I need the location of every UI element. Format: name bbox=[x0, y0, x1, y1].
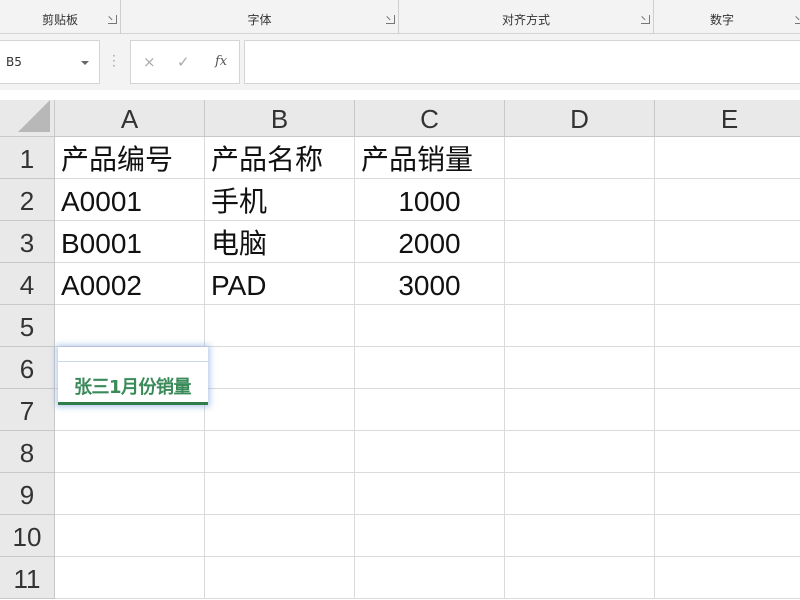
ribbon-group-label: 剪贴板 bbox=[41, 13, 78, 27]
cell-b8[interactable] bbox=[205, 431, 355, 473]
cell-e1[interactable] bbox=[655, 137, 800, 179]
cell-b7[interactable] bbox=[205, 389, 355, 431]
dialog-launcher-icon[interactable] bbox=[386, 15, 395, 24]
cell-e3[interactable] bbox=[655, 221, 800, 263]
cell-a3[interactable]: B0001 bbox=[55, 221, 205, 263]
column-header-d[interactable]: D bbox=[505, 100, 655, 137]
row-header-7[interactable]: 7 bbox=[0, 389, 55, 431]
row-header-6[interactable]: 6 bbox=[0, 347, 55, 389]
cell-c10[interactable] bbox=[355, 515, 505, 557]
cell-d7[interactable] bbox=[505, 389, 655, 431]
underline-bar bbox=[58, 402, 208, 405]
cell-e7[interactable] bbox=[655, 389, 800, 431]
select-all-icon bbox=[18, 100, 50, 132]
cell-c1[interactable]: 产品销量 bbox=[355, 137, 505, 179]
cell-a11[interactable] bbox=[55, 557, 205, 599]
select-all-button[interactable] bbox=[0, 100, 55, 137]
formula-bar: B5 · · · × ✓ fx bbox=[0, 34, 800, 90]
name-box-value: B5 bbox=[6, 55, 22, 69]
cell-c9[interactable] bbox=[355, 473, 505, 515]
ribbon-group-font: 字体 bbox=[121, 0, 398, 34]
cell-d10[interactable] bbox=[505, 515, 655, 557]
cell-d11[interactable] bbox=[505, 557, 655, 599]
row-header-10[interactable]: 10 bbox=[0, 515, 55, 557]
cell-d1[interactable] bbox=[505, 137, 655, 179]
cell-a5[interactable] bbox=[55, 305, 205, 347]
cell-a4[interactable]: A0002 bbox=[55, 263, 205, 305]
cell-e9[interactable] bbox=[655, 473, 800, 515]
ribbon-group-label: 对齐方式 bbox=[501, 13, 550, 27]
cell-a9[interactable] bbox=[55, 473, 205, 515]
floating-text-box[interactable]: 张三1月份销量 bbox=[58, 347, 208, 405]
column-header-c[interactable]: C bbox=[355, 100, 505, 137]
cell-e8[interactable] bbox=[655, 431, 800, 473]
cell-c3[interactable]: 2000 bbox=[355, 221, 505, 263]
cell-b1[interactable]: 产品名称 bbox=[205, 137, 355, 179]
formula-buttons: × ✓ fx bbox=[130, 40, 240, 84]
cell-a2[interactable]: A0001 bbox=[55, 179, 205, 221]
cell-c6[interactable] bbox=[355, 347, 505, 389]
name-box[interactable]: B5 bbox=[0, 40, 100, 84]
row-header-2[interactable]: 2 bbox=[0, 179, 55, 221]
column-header-e[interactable]: E bbox=[655, 100, 800, 137]
cell-b3[interactable]: 电脑 bbox=[205, 221, 355, 263]
column-header-a[interactable]: A bbox=[55, 100, 205, 137]
cell-d6[interactable] bbox=[505, 347, 655, 389]
cell-b10[interactable] bbox=[205, 515, 355, 557]
dialog-launcher-icon[interactable] bbox=[795, 15, 800, 24]
row-header-3[interactable]: 3 bbox=[0, 221, 55, 263]
cell-d2[interactable] bbox=[505, 179, 655, 221]
ribbon-group-bar: 剪贴板 字体 对齐方式 数字 bbox=[0, 0, 800, 34]
cell-e5[interactable] bbox=[655, 305, 800, 347]
cell-e10[interactable] bbox=[655, 515, 800, 557]
insert-function-icon[interactable]: fx bbox=[215, 53, 227, 71]
cell-b5[interactable] bbox=[205, 305, 355, 347]
cancel-icon[interactable]: × bbox=[143, 53, 156, 71]
chevron-down-icon[interactable] bbox=[81, 61, 89, 65]
cell-e4[interactable] bbox=[655, 263, 800, 305]
cell-c4[interactable]: 3000 bbox=[355, 263, 505, 305]
cell-b11[interactable] bbox=[205, 557, 355, 599]
cell-a8[interactable] bbox=[55, 431, 205, 473]
formula-input[interactable] bbox=[244, 40, 800, 84]
floating-text: 张三1月份销量 bbox=[74, 377, 192, 398]
cell-c8[interactable] bbox=[355, 431, 505, 473]
cell-e11[interactable] bbox=[655, 557, 800, 599]
check-icon[interactable]: ✓ bbox=[177, 53, 190, 71]
cell-d4[interactable] bbox=[505, 263, 655, 305]
row-header-9[interactable]: 9 bbox=[0, 473, 55, 515]
row-header-5[interactable]: 5 bbox=[0, 305, 55, 347]
ribbon-group-label: 数字 bbox=[709, 13, 734, 27]
cell-c11[interactable] bbox=[355, 557, 505, 599]
cell-a1[interactable]: 产品编号 bbox=[55, 137, 205, 179]
cell-c2[interactable]: 1000 bbox=[355, 179, 505, 221]
cell-b4[interactable]: PAD bbox=[205, 263, 355, 305]
cell-a10[interactable] bbox=[55, 515, 205, 557]
cell-b9[interactable] bbox=[205, 473, 355, 515]
dialog-launcher-icon[interactable] bbox=[641, 15, 650, 24]
cell-e2[interactable] bbox=[655, 179, 800, 221]
row-header-11[interactable]: 11 bbox=[0, 557, 55, 599]
cell-c7[interactable] bbox=[355, 389, 505, 431]
cell-d5[interactable] bbox=[505, 305, 655, 347]
cell-e6[interactable] bbox=[655, 347, 800, 389]
cell-b6[interactable] bbox=[205, 347, 355, 389]
row-header-4[interactable]: 4 bbox=[0, 263, 55, 305]
cell-b2[interactable]: 手机 bbox=[205, 179, 355, 221]
drag-handle-icon[interactable]: · · · bbox=[112, 50, 116, 72]
dialog-launcher-icon[interactable] bbox=[108, 15, 117, 24]
ribbon-group-number: 数字 bbox=[654, 0, 800, 34]
cell-d8[interactable] bbox=[505, 431, 655, 473]
row-header-8[interactable]: 8 bbox=[0, 431, 55, 473]
ribbon-group-clipboard: 剪贴板 bbox=[0, 0, 120, 34]
ribbon-group-alignment: 对齐方式 bbox=[399, 0, 653, 34]
cell-d3[interactable] bbox=[505, 221, 655, 263]
divider bbox=[58, 361, 208, 362]
ribbon-group-label: 字体 bbox=[247, 13, 272, 27]
cell-c5[interactable] bbox=[355, 305, 505, 347]
column-header-b[interactable]: B bbox=[205, 100, 355, 137]
row-header-1[interactable]: 1 bbox=[0, 137, 55, 179]
cell-d9[interactable] bbox=[505, 473, 655, 515]
